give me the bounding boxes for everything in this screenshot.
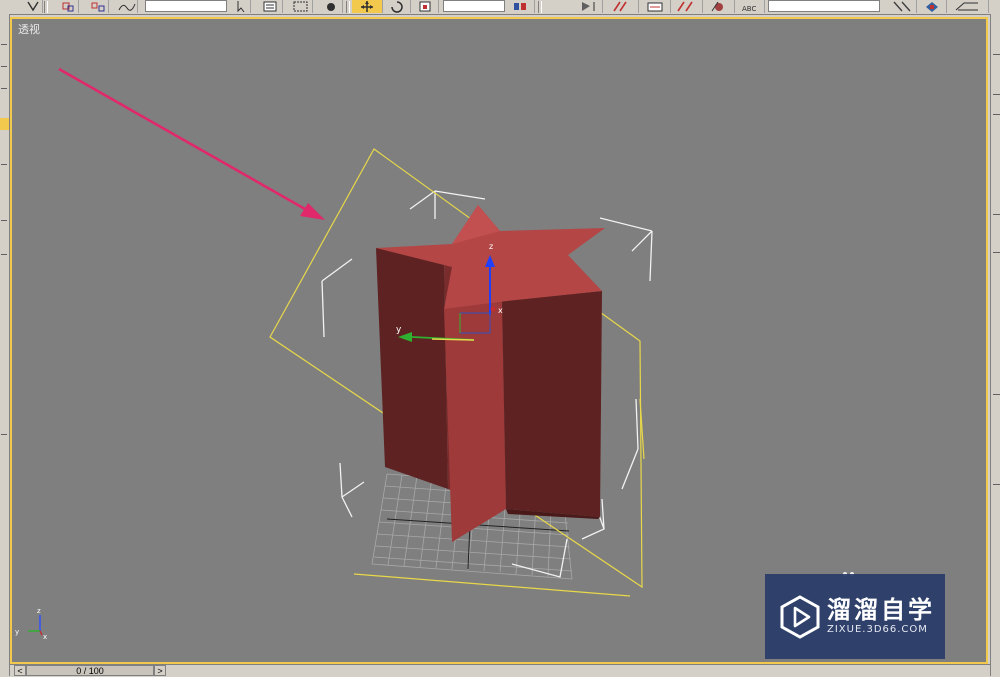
watermark-brand: 溜溜自学	[827, 596, 935, 624]
bind-space-warp-icon[interactable]	[115, 0, 138, 13]
strip-tick	[993, 484, 1000, 485]
link-icon[interactable]	[58, 0, 79, 13]
material-editor-icon[interactable]	[704, 0, 735, 13]
gizmo-z-label: z	[489, 242, 493, 251]
mirror-icon[interactable]	[574, 0, 603, 13]
strip-tick	[993, 214, 1000, 215]
strip-tick	[1, 164, 7, 165]
rectangle-region-icon[interactable]	[290, 0, 313, 13]
command-panel-strip	[990, 14, 1000, 676]
reference-coord-dropdown[interactable]	[443, 0, 505, 12]
scale-icon[interactable]	[414, 0, 439, 13]
chevron-left-icon[interactable]: <	[14, 665, 26, 676]
strip-tick	[1, 434, 7, 435]
svg-text:ABC: ABC	[742, 5, 756, 13]
rotate-icon[interactable]	[384, 0, 411, 13]
toolbar-separator	[346, 1, 350, 13]
pivot-center-icon[interactable]	[508, 0, 535, 13]
strip-tick	[993, 394, 1000, 395]
window-crossing-icon[interactable]	[320, 0, 343, 13]
chevron-right-icon[interactable]: >	[154, 665, 166, 676]
quick-render-icon[interactable]	[918, 0, 947, 13]
layers-icon[interactable]	[640, 0, 671, 13]
unlink-icon[interactable]	[88, 0, 109, 13]
world-axis-tripod	[28, 615, 43, 636]
watermark-url: ZIXUE.3D66.COM	[827, 624, 928, 635]
render-frame-icon[interactable]	[948, 0, 989, 13]
perspective-viewport[interactable]: 透视 z y x z y x	[10, 17, 988, 664]
active-indicator	[0, 118, 9, 130]
strip-tick	[1, 88, 7, 89]
select-by-name-icon[interactable]	[260, 0, 283, 13]
select-filter-icon[interactable]	[24, 0, 43, 13]
move-icon[interactable]	[352, 0, 383, 13]
render-setup-icon[interactable]	[888, 0, 917, 13]
strip-tick	[1, 220, 7, 221]
selection-filter-dropdown[interactable]	[145, 0, 227, 12]
strip-tick	[1, 254, 7, 255]
main-toolbar: ABC	[0, 0, 1000, 15]
corner-x-label: x	[43, 633, 47, 641]
gizmo-x-label: x	[498, 306, 503, 315]
align-icon[interactable]	[608, 0, 639, 13]
strip-tick	[993, 252, 1000, 253]
time-slider-thumb[interactable]: 0 / 100	[26, 665, 154, 676]
toolbar-separator	[538, 1, 542, 13]
strip-tick	[993, 54, 1000, 55]
strip-tick	[1, 66, 7, 67]
spelling-abc-icon[interactable]: ABC	[738, 0, 765, 13]
scene-canvas[interactable]: z y x z y x	[12, 19, 986, 662]
strip-tick	[1, 44, 7, 45]
corner-z-label: z	[37, 607, 41, 615]
strip-tick	[993, 94, 1000, 95]
play-logo-icon	[780, 595, 820, 639]
command-strip-left	[0, 14, 10, 676]
toolbar-separator	[44, 1, 48, 13]
strip-tick	[993, 114, 1000, 115]
gizmo-y-label: y	[396, 325, 402, 335]
annotation-arrow	[58, 67, 325, 220]
named-selection-field[interactable]	[768, 0, 880, 12]
curve-editor-icon[interactable]	[672, 0, 703, 13]
select-icon[interactable]	[232, 0, 251, 13]
corner-y-label: y	[15, 628, 19, 636]
time-slider[interactable]: < 0 / 100 >	[10, 664, 990, 677]
watermark: 溜溜自学 ZIXUE.3D66.COM	[765, 574, 945, 659]
star-extrusion[interactable]	[376, 205, 605, 542]
